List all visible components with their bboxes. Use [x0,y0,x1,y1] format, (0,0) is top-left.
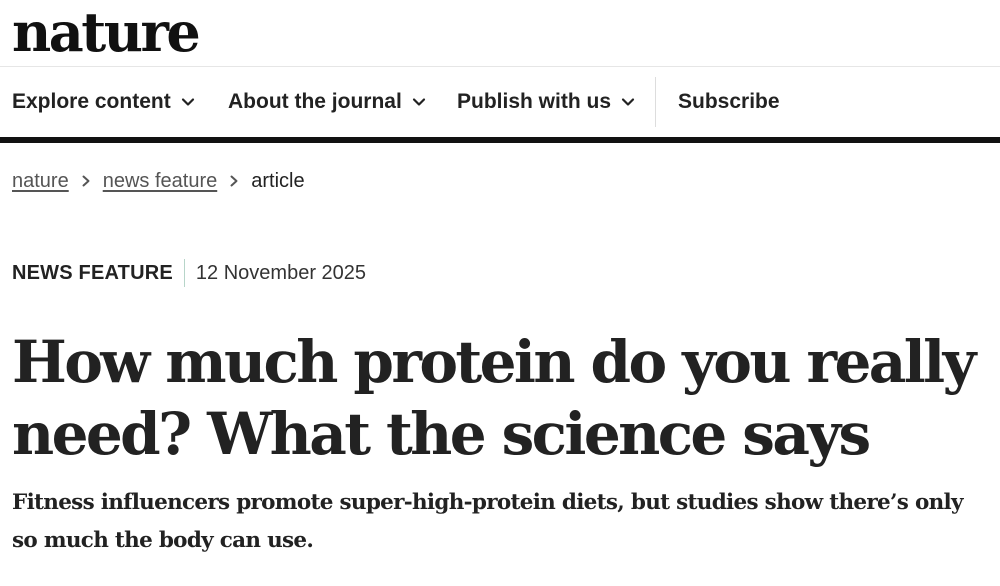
article-type: NEWS FEATURE [12,261,173,284]
article-title: How much protein do you really need? Wha… [12,328,976,468]
breadcrumb-link-news-feature[interactable]: news feature [103,170,218,193]
breadcrumb-current: article [251,169,305,192]
nav-separator [655,77,656,127]
nav-explore-content[interactable]: Explore content [12,67,195,137]
article-standfirst: Fitness influencers promote super-high-p… [12,490,964,553]
chevron-right-icon [69,170,103,193]
nav-about-the-journal-label: About the journal [228,90,402,113]
nav-publish-with-us-label: Publish with us [457,90,612,113]
chevron-right-icon [217,170,251,193]
chevron-down-icon [621,95,635,109]
chevron-down-icon [181,95,195,109]
main-nav: Explore content About the journal Publis… [0,67,1000,137]
nav-explore-content-label: Explore content [12,90,171,113]
nav-about-the-journal[interactable]: About the journal [228,67,426,137]
subscribe-link[interactable]: Subscribe [678,67,780,137]
nav-bottom-bar [0,137,1000,143]
nav-publish-with-us[interactable]: Publish with us [457,67,635,137]
article-meta: NEWS FEATURE 12 November 2025 [12,258,366,288]
breadcrumb: nature news feature article [12,166,305,196]
meta-divider [183,259,185,287]
publication-date: 12 November 2025 [195,261,367,284]
nature-logo[interactable]: nature [12,0,201,70]
chevron-down-icon [412,95,426,109]
subscribe-label: Subscribe [678,90,780,113]
breadcrumb-link-nature[interactable]: nature [12,170,69,193]
